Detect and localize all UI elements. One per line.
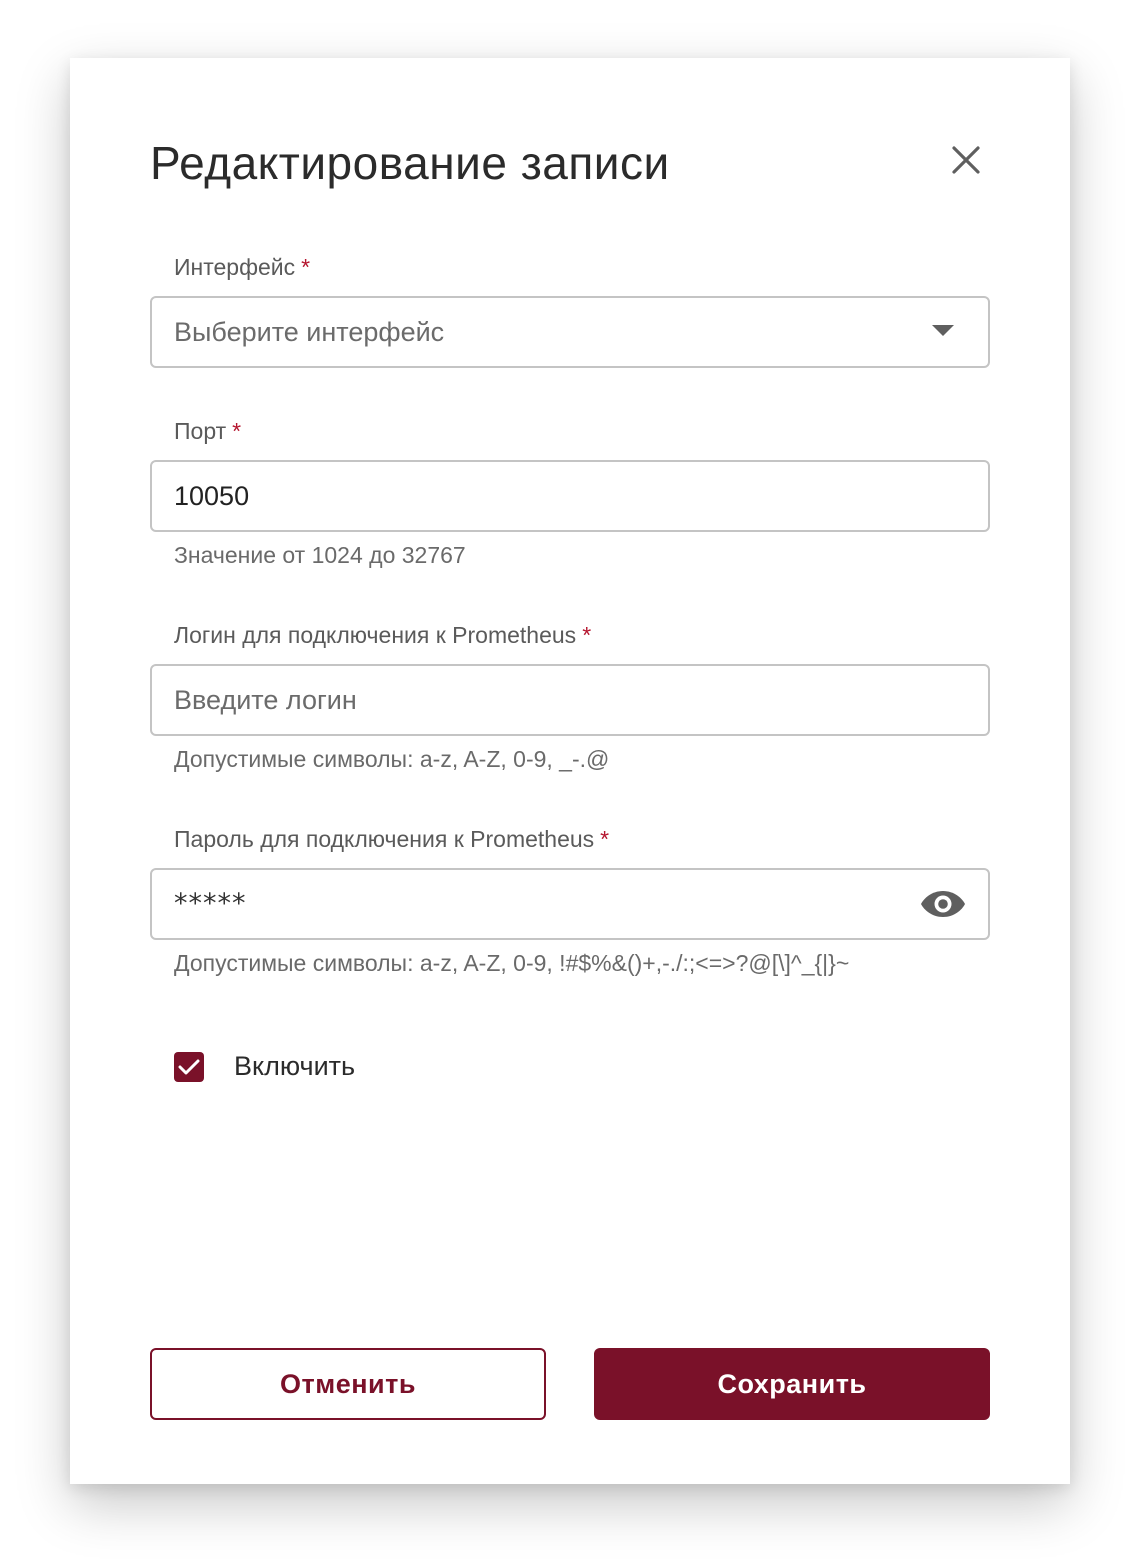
chevron-down-icon: [932, 325, 954, 336]
login-label: Логин для подключения к Prometheus *: [174, 622, 592, 648]
interface-label: Интерфейс *: [174, 254, 311, 280]
login-input-placeholder: Введите логин: [174, 684, 357, 715]
close-icon: [952, 146, 980, 174]
required-mark: *: [600, 826, 610, 852]
interface-select[interactable]: Выберите интерфейс: [150, 296, 990, 368]
edit-record-dialog: Редактирование записи Интерфейс * Выберит…: [70, 58, 1070, 1484]
port-input[interactable]: 10050: [150, 460, 990, 532]
required-mark: *: [582, 622, 592, 648]
close-button[interactable]: [946, 140, 986, 180]
password-label: Пароль для подключения к Prometheus *: [174, 826, 610, 852]
password-hint: Допустимые символы: a-z, A-Z, 0-9, !#$%&…: [174, 950, 850, 976]
enable-checkbox-row[interactable]: Включить: [174, 1051, 355, 1082]
interface-select-placeholder: Выберите интерфейс: [174, 316, 445, 347]
eye-icon[interactable]: [920, 886, 966, 922]
required-mark: *: [301, 254, 311, 280]
password-input-value: *****: [174, 888, 247, 919]
dialog-title: Редактирование записи: [150, 137, 670, 189]
login-hint: Допустимые символы: a-z, A-Z, 0-9, _-.@: [174, 746, 610, 772]
save-button[interactable]: Сохранить: [594, 1348, 990, 1420]
password-input[interactable]: *****: [150, 868, 990, 940]
port-hint: Значение от 1024 до 32767: [174, 542, 466, 568]
cancel-button[interactable]: Отменить: [150, 1348, 546, 1420]
login-input[interactable]: Введите логин: [150, 664, 990, 736]
port-input-value: 10050: [174, 480, 250, 511]
required-mark: *: [232, 418, 242, 444]
enable-checkbox[interactable]: [174, 1051, 204, 1082]
enable-label: Включить: [234, 1051, 356, 1081]
port-label: Порт *: [174, 418, 242, 444]
check-icon: [178, 1059, 200, 1074]
